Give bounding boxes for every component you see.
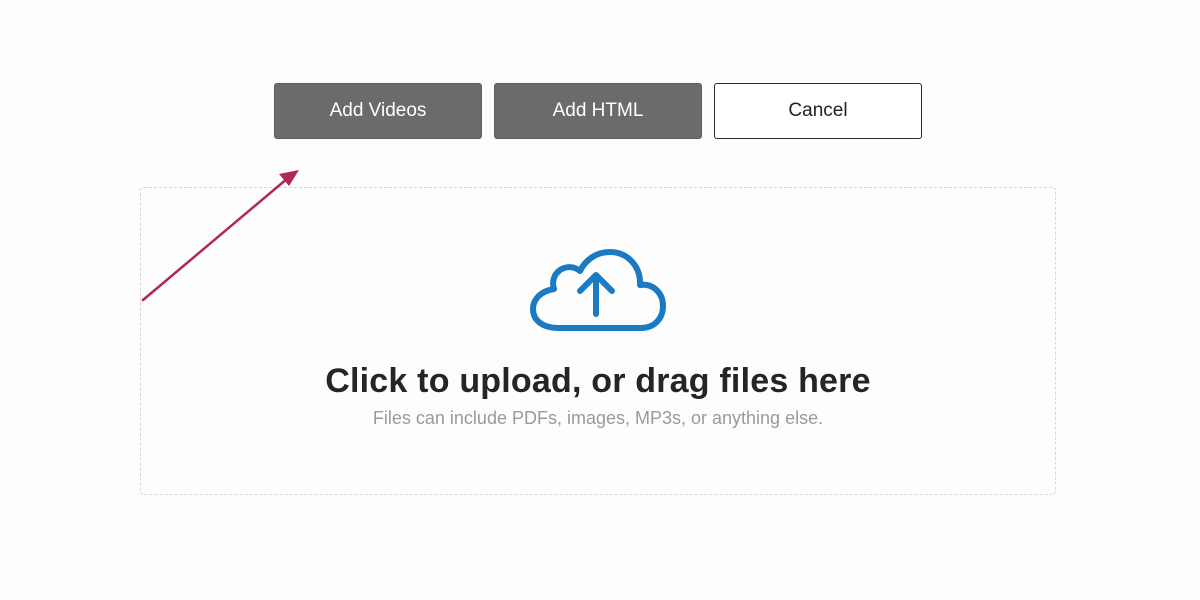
annotation-arrow-icon	[141, 170, 299, 302]
upload-page: Add Videos Add HTML Cancel Click to uplo…	[0, 0, 1200, 600]
add-videos-button[interactable]: Add Videos	[274, 83, 482, 139]
add-html-button[interactable]: Add HTML	[494, 83, 702, 139]
cloud-upload-icon	[530, 249, 666, 331]
upload-title: Click to upload, or drag files here	[325, 362, 871, 400]
cancel-button[interactable]: Cancel	[714, 83, 922, 139]
upload-subtitle: Files can include PDFs, images, MP3s, or…	[372, 408, 824, 428]
